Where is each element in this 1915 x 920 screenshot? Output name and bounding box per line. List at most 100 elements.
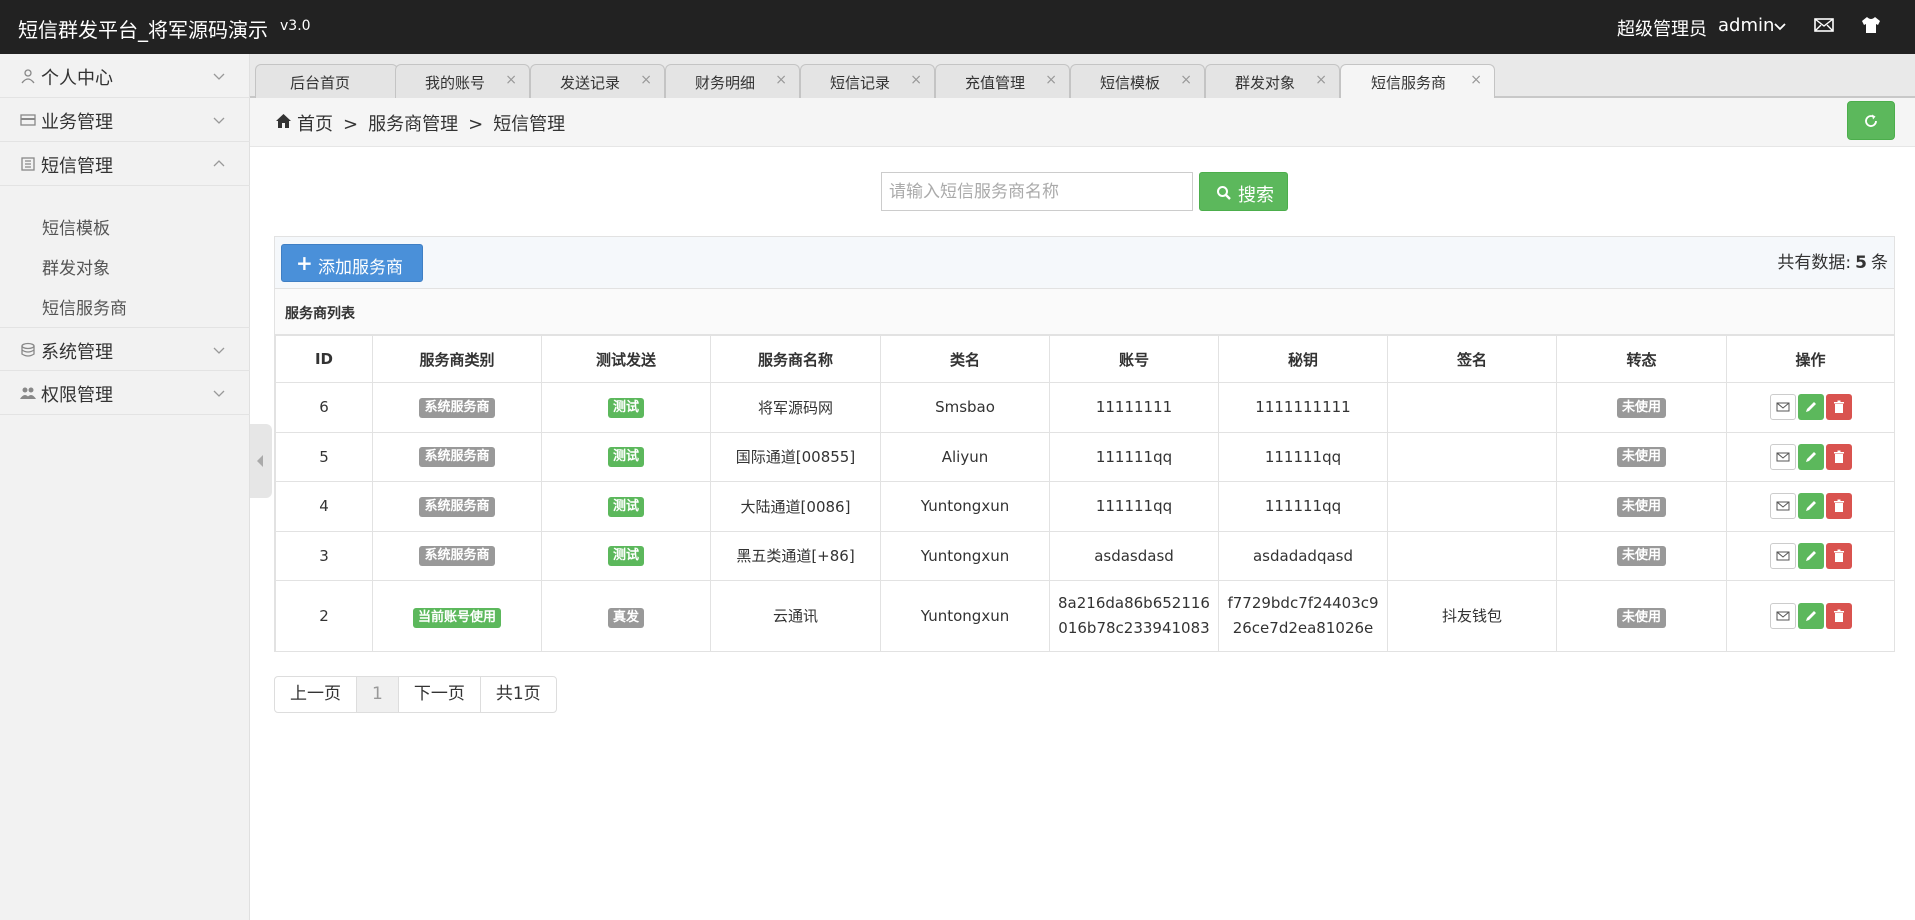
breadcrumb: 首页 > 服务商管理 > 短信管理 — [250, 98, 1915, 147]
edit-button[interactable] — [1797, 443, 1824, 470]
cell-class: Yuntongxun — [880, 580, 1050, 652]
trash-icon — [1833, 450, 1844, 463]
sidebar-item-system[interactable]: 系统管理 — [0, 327, 250, 371]
test-send-button[interactable]: 测试 — [607, 447, 644, 468]
test-send-button[interactable]: 测试 — [607, 397, 644, 418]
table-row: 4 系统服务商 测试 大陆通道[0086] Yuntongxun 111111q… — [275, 481, 1895, 532]
cell-class: Yuntongxun — [880, 530, 1050, 581]
chevron-left-icon — [257, 455, 263, 467]
edit-button[interactable] — [1797, 603, 1824, 629]
user-menu[interactable]: admin — [1718, 15, 1774, 36]
cell-secret: 111111qq — [1218, 481, 1388, 532]
edit-button[interactable] — [1797, 542, 1824, 569]
sidebar-item-personal-center[interactable]: 个人中心 — [0, 54, 250, 98]
real-send-button[interactable]: 真发 — [607, 607, 644, 628]
sidebar-item-business[interactable]: 业务管理 — [0, 98, 250, 142]
trash-icon — [1833, 400, 1844, 414]
close-icon[interactable]: × — [910, 72, 922, 88]
delete-button[interactable] — [1825, 603, 1852, 629]
tab-send-targets[interactable]: 群发对象 × — [1205, 64, 1340, 98]
sidebar-item-label: 系统管理 — [41, 342, 113, 363]
edit-button[interactable] — [1797, 493, 1824, 520]
panel-toolbar: + 添加服务商 共有数据: 5 条 — [275, 237, 1894, 289]
tab-sms-provider[interactable]: 短信服务商 × — [1340, 64, 1495, 99]
current-page[interactable]: 1 — [357, 677, 399, 712]
category-badge: 系统服务商 — [419, 496, 495, 517]
close-icon[interactable]: × — [505, 72, 517, 88]
breadcrumb-provider-management[interactable]: 服务商管理 — [368, 114, 458, 135]
close-icon[interactable]: × — [775, 72, 787, 88]
delete-button[interactable] — [1825, 394, 1852, 421]
search-button[interactable]: 搜索 — [1199, 172, 1288, 211]
user-role: 超级管理员 — [1617, 19, 1707, 40]
cell-account: 111111qq — [1049, 481, 1219, 532]
close-icon[interactable]: × — [1315, 72, 1327, 88]
trash-icon — [1833, 549, 1844, 562]
message-button[interactable] — [1769, 443, 1796, 470]
cell-name: 将军源码网 — [710, 382, 881, 433]
message-button[interactable] — [1769, 394, 1796, 421]
add-provider-button[interactable]: + 添加服务商 — [281, 244, 423, 282]
status-badge: 未使用 — [1616, 607, 1666, 628]
tab-label: 短信服务商 — [1370, 74, 1446, 92]
trash-icon — [1833, 499, 1844, 513]
close-icon[interactable]: × — [640, 72, 652, 88]
tab-send-records[interactable]: 发送记录 × — [530, 64, 665, 98]
tab-sms-records[interactable]: 短信记录 × — [800, 64, 935, 98]
search-input[interactable] — [881, 172, 1193, 211]
message-button[interactable] — [1769, 493, 1796, 520]
top-bar: 短信群发平台_将军源码演示 v3.0 超级管理员 admin — [0, 0, 1915, 54]
sidebar-subitem-sms-template[interactable]: 短信模板 — [42, 214, 110, 239]
tab-label: 后台首页 — [289, 74, 350, 92]
sidebar-collapse-toggle[interactable] — [250, 424, 272, 498]
app-version: v3.0 — [280, 18, 311, 34]
next-page-button[interactable]: 下一页 — [399, 677, 481, 712]
close-icon[interactable]: × — [1470, 72, 1482, 88]
secret-line: f7729bdc7f24403c9 — [1227, 594, 1379, 612]
account-line: 016b78c233941083 — [1058, 619, 1210, 637]
delete-button[interactable] — [1825, 443, 1852, 470]
sidebar-subitem-send-targets[interactable]: 群发对象 — [42, 254, 110, 279]
breadcrumb-separator: > — [468, 114, 484, 135]
sidebar-subitem-sms-provider[interactable]: 短信服务商 — [42, 294, 127, 319]
tab-label: 发送记录 — [559, 74, 620, 92]
edit-button[interactable] — [1797, 394, 1824, 421]
tab-my-account[interactable]: 我的账号 × — [395, 64, 530, 98]
refresh-button[interactable] — [1847, 101, 1895, 140]
cell-sign — [1387, 481, 1557, 532]
sidebar-item-sms[interactable]: 短信管理 — [0, 142, 250, 186]
test-send-button[interactable]: 测试 — [607, 496, 644, 517]
breadcrumb-home[interactable]: 首页 — [297, 114, 333, 135]
total-suffix: 条 — [1871, 253, 1888, 273]
sidebar-item-label: 业务管理 — [41, 112, 113, 133]
tab-recharge[interactable]: 充值管理 × — [935, 64, 1070, 98]
delete-button[interactable] — [1825, 493, 1852, 520]
message-button[interactable] — [1769, 603, 1796, 629]
message-button[interactable] — [1769, 542, 1796, 569]
tab-finance[interactable]: 财务明细 × — [665, 64, 800, 98]
cell-status: 未使用 — [1556, 530, 1727, 581]
test-send-button[interactable]: 测试 — [607, 546, 644, 567]
category-badge: 当前账号使用 — [412, 607, 501, 628]
delete-button[interactable] — [1825, 542, 1852, 569]
column-header: 操作 — [1726, 335, 1895, 383]
prev-page-button[interactable]: 上一页 — [275, 677, 357, 712]
shirt-icon[interactable] — [1860, 14, 1882, 36]
breadcrumb-sms-management: 短信管理 — [493, 114, 566, 135]
chevron-down-icon[interactable] — [1773, 20, 1787, 34]
cell-status: 未使用 — [1556, 382, 1727, 433]
mail-icon[interactable] — [1813, 14, 1835, 36]
sidebar-item-permissions[interactable]: 权限管理 — [0, 371, 250, 415]
envelope-icon — [1776, 501, 1789, 511]
add-provider-label: 添加服务商 — [318, 258, 403, 278]
envelope-icon — [1776, 551, 1789, 561]
close-icon[interactable]: × — [1045, 72, 1057, 88]
tab-sms-template[interactable]: 短信模板 × — [1070, 64, 1205, 98]
tab-dashboard[interactable]: 后台首页 — [255, 64, 398, 98]
total-count: 共有数据: 5 条 — [1777, 248, 1888, 273]
search-button-label: 搜索 — [1238, 185, 1274, 206]
cell-secret: asdadadqasd — [1218, 530, 1388, 581]
close-icon[interactable]: × — [1180, 72, 1192, 88]
total-pages: 共1页 — [495, 684, 541, 704]
status-badge: 未使用 — [1616, 496, 1666, 517]
